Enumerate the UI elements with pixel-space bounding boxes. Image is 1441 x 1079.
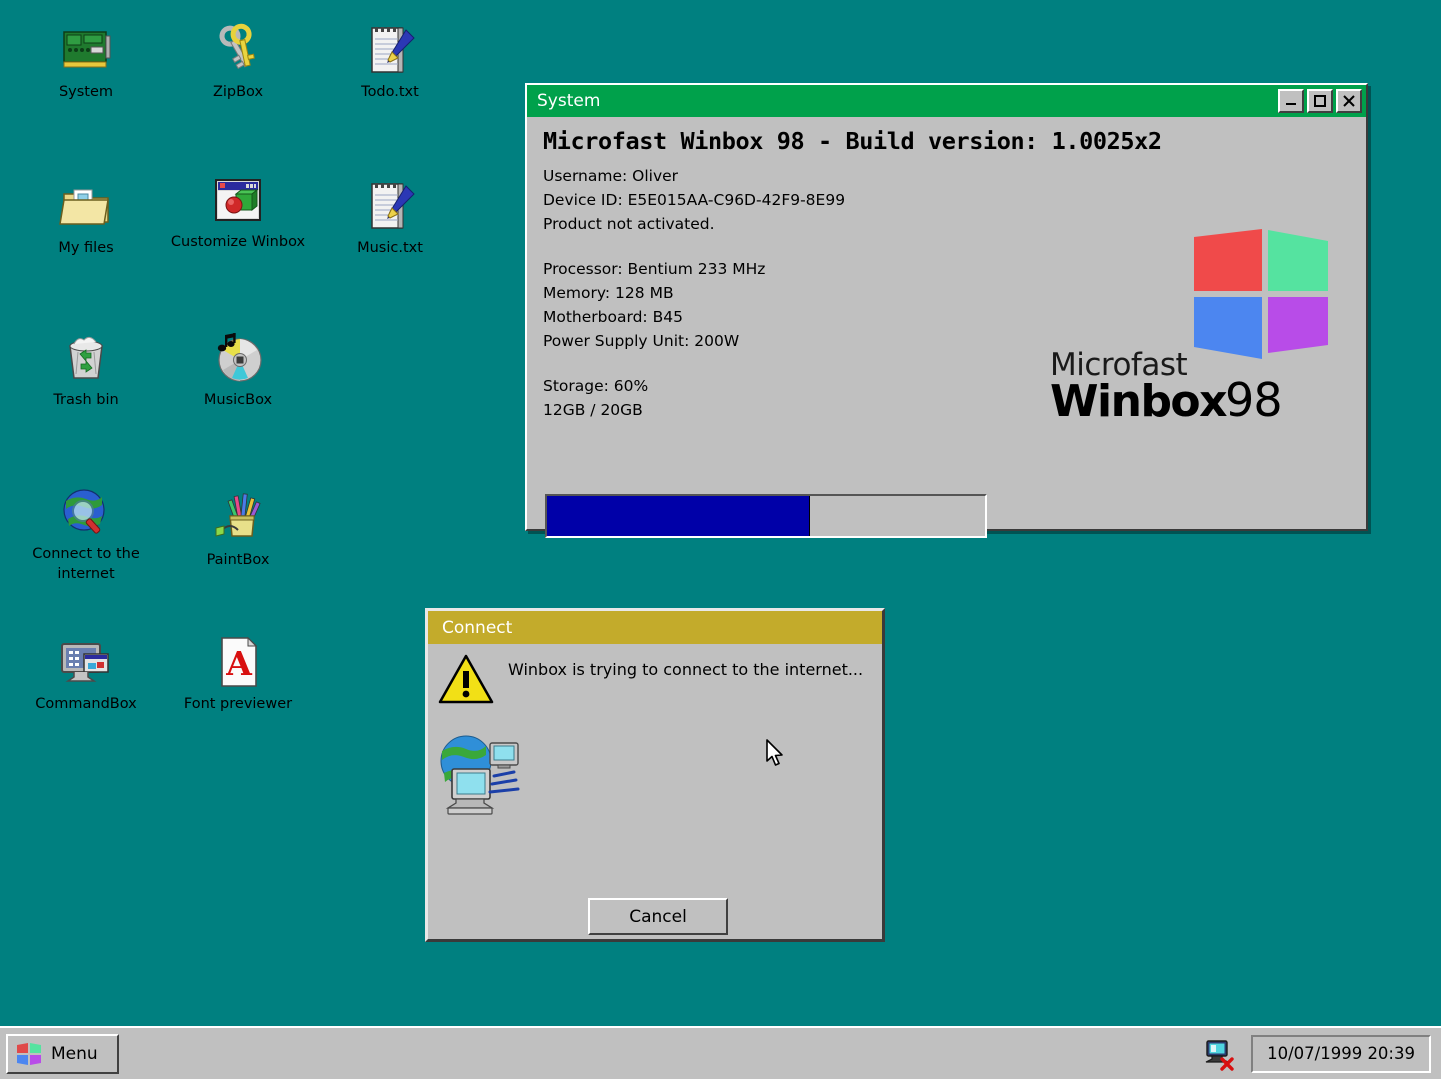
warning-triangle-icon [438,653,494,705]
desktop-icon-system[interactable]: System [10,22,162,102]
maximize-button[interactable] [1307,89,1333,113]
desktop-icon-todo-txt[interactable]: Todo.txt [314,22,466,102]
command-prompt-icon [58,634,114,690]
logo-brand-main: Winbox [1050,376,1226,427]
desktop-icon-label: My files [10,238,162,258]
desktop-icon-label: Customize Winbox [162,232,314,252]
mouse-cursor-icon [765,739,787,769]
paint-pencils-icon [210,490,266,546]
desktop-icon-grid: System ZipBox [0,0,470,1000]
desktop-icon-zipbox[interactable]: ZipBox [162,22,314,102]
notepad-pen-icon [362,178,418,234]
minimize-button[interactable] [1278,89,1304,113]
storage-progress-bar [545,494,987,538]
desktop-icon-label: Font previewer [162,694,314,714]
desktop-icon-label: System [10,82,162,102]
desktop-icon-my-files[interactable]: My files [10,178,162,258]
connect-dialog-titlebar[interactable]: Connect [428,611,882,644]
font-document-icon: A [210,634,266,690]
desktop-icon-font-previewer[interactable]: A Font previewer [162,634,314,714]
dialog-message-row: Winbox is trying to connect to the inter… [428,644,882,705]
circuit-board-icon [58,22,114,78]
notepad-pen-icon [362,22,418,78]
desktop-icon-label: Trash bin [10,390,162,410]
storage-progress-fill [547,496,810,536]
desktop-icon-label: Todo.txt [314,82,466,102]
desktop-icon-musicbox[interactable]: MusicBox [162,330,314,410]
system-tray: 10/07/1999 20:39 [1203,1035,1435,1073]
username-line: Username: Oliver [543,164,1350,188]
desktop-icon-label: Connect to the internet [10,544,162,584]
logo-brand-version: 98 [1225,373,1282,427]
desktop-icon-customize-winbox[interactable]: Customize Winbox [162,172,314,252]
desktop-icon-commandbox[interactable]: CommandBox [10,634,162,714]
menu-button-label: Menu [51,1044,98,1064]
window-title: System [537,91,1278,111]
globe-computers-network-icon [428,729,524,821]
svg-text:A: A [225,644,252,683]
system-window-body: Microfast Winbox 98 - Build version: 1.0… [527,117,1366,529]
logo-brand-wrap: Winbox 98 [1050,373,1282,427]
system-window-titlebar[interactable]: System [527,85,1366,117]
menu-button[interactable]: Menu [6,1034,119,1074]
network-disconnected-icon[interactable] [1203,1037,1237,1071]
display-properties-icon [210,172,266,228]
clock[interactable]: 10/07/1999 20:39 [1251,1035,1431,1073]
close-button[interactable] [1336,89,1362,113]
desktop-icon-label: PaintBox [162,550,314,570]
desktop-icon-label: ZipBox [162,82,314,102]
taskbar: Menu 10/07/1999 20:39 [0,1026,1441,1079]
desktop-icon-music-txt[interactable]: Music.txt [314,178,466,258]
keys-icon [210,22,266,78]
device-id-line: Device ID: E5E015AA-C96D-42F9-8E99 [543,188,1350,212]
dialog-message: Winbox is trying to connect to the inter… [508,653,863,705]
desktop-icon-connect-to-the-internet[interactable]: Connect to the internet [10,484,162,584]
winbox98-logo: Microfast Winbox 98 [1044,227,1344,427]
winbox-flag-icon [16,1042,42,1066]
cd-music-icon [210,330,266,386]
folder-icon [58,178,114,234]
cancel-button[interactable]: Cancel [588,898,728,935]
desktop-icon-label: Music.txt [314,238,466,258]
desktop-icon-label: MusicBox [162,390,314,410]
desktop-icon-label: CommandBox [10,694,162,714]
desktop-icon-paintbox[interactable]: PaintBox [162,490,314,570]
system-window[interactable]: System Microfast Winbox 98 - Build versi… [525,83,1368,531]
connect-dialog[interactable]: Connect Winbox is trying to connect to t… [425,608,885,942]
desktop-icon-trash-bin[interactable]: Trash bin [10,330,162,410]
build-version-heading: Microfast Winbox 98 - Build version: 1.0… [543,127,1350,155]
recycle-bin-icon [58,330,114,386]
window-controls [1278,89,1362,113]
globe-magnifier-icon [58,484,114,540]
dialog-title: Connect [442,618,512,638]
winbox-flag-icon [1190,227,1330,362]
